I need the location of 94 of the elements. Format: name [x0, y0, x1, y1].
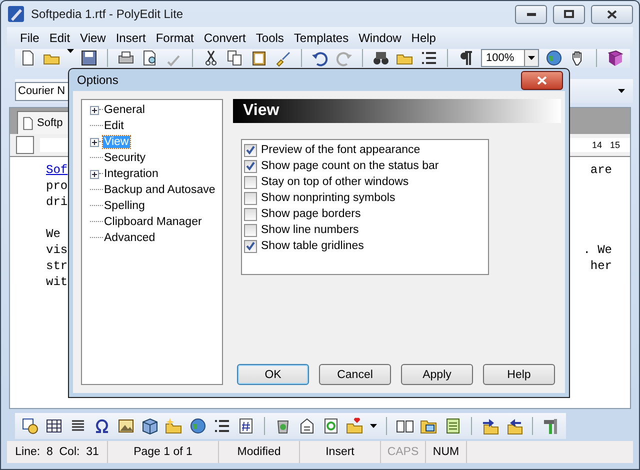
document-icon [22, 116, 34, 130]
image-icon[interactable] [117, 417, 135, 435]
option-label: Show nonprinting symbols [261, 192, 396, 204]
folder-heart-icon[interactable] [346, 417, 364, 435]
cube-icon[interactable] [141, 417, 159, 435]
option-label: Show page borders [261, 208, 361, 220]
hash-page-icon[interactable] [237, 417, 255, 435]
menu-item[interactable]: Tools [250, 30, 289, 44]
menu-item[interactable]: Insert [110, 30, 151, 44]
folder-star-icon[interactable] [165, 417, 183, 435]
checkbox[interactable] [244, 240, 257, 252]
brush-icon[interactable] [274, 49, 292, 67]
text-fragment: her [590, 259, 612, 275]
notepad-icon[interactable] [444, 417, 462, 435]
menu-item[interactable]: Format [150, 30, 199, 44]
tree-item[interactable]: Security [103, 152, 147, 164]
close-button[interactable] [521, 70, 563, 90]
text-fragment: pro [46, 179, 68, 195]
tree-item[interactable]: Clipboard Manager [103, 216, 203, 228]
status-field: CAPS [381, 441, 426, 463]
menu-item[interactable]: Help [406, 30, 441, 44]
globe-icon[interactable] [545, 49, 563, 67]
window-title: Softpedia 1.rtf - PolyEdit Lite [31, 7, 184, 21]
text-fragment: str [46, 259, 68, 275]
minimize-icon [526, 12, 536, 16]
tab-stop-selector[interactable] [16, 136, 34, 154]
close-icon [607, 10, 617, 18]
close-icon [537, 76, 547, 84]
copy-icon[interactable] [226, 49, 244, 67]
dialog-title: Options [77, 73, 118, 87]
text-fragment: wit [46, 275, 68, 291]
expand-icon[interactable] [90, 138, 99, 146]
status-field: Line: 8 Col: 31 [7, 441, 108, 463]
maximize-button[interactable] [553, 4, 585, 24]
status-field: Insert [300, 441, 381, 463]
binoculars-icon[interactable] [372, 49, 390, 67]
tree-item[interactable]: Edit [103, 120, 125, 132]
menu-item[interactable]: Convert [198, 30, 251, 44]
status-field: Modified [219, 441, 300, 463]
ruler-number: 14 [592, 140, 602, 150]
table-icon[interactable] [45, 417, 63, 435]
zoom-field[interactable]: 100% [481, 49, 539, 67]
omega-icon[interactable] [93, 417, 111, 435]
text-fragment: dri [46, 195, 68, 211]
folder-arrow-icon[interactable] [481, 417, 499, 435]
menu-item[interactable]: File [15, 30, 44, 44]
folder-arrow-icon[interactable] [505, 417, 523, 435]
caret-icon[interactable] [618, 89, 625, 93]
close-button[interactable] [591, 4, 633, 24]
menu-item[interactable]: Edit [44, 30, 76, 44]
undo-icon[interactable] [311, 49, 329, 67]
globe-icon[interactable] [189, 417, 207, 435]
text-fragment: . We [583, 243, 612, 259]
tree-item[interactable]: Backup and Autosave [103, 184, 216, 196]
option-label: Preview of the font appearance [261, 144, 420, 156]
menu-item[interactable]: Templates [288, 30, 354, 44]
dialog-button[interactable]: Apply [401, 364, 473, 385]
tree-item[interactable]: Integration [103, 168, 160, 180]
rows-icon[interactable] [213, 417, 231, 435]
status-field: Page 1 of 1 [108, 441, 219, 463]
checkbox[interactable] [244, 192, 257, 204]
minimize-button[interactable] [515, 4, 547, 24]
rows-icon[interactable] [420, 49, 438, 67]
link[interactable]: Sof [46, 163, 68, 179]
checkbox[interactable] [244, 208, 257, 220]
dialog-button[interactable]: Help [483, 364, 555, 385]
menu-item[interactable]: View [75, 30, 111, 44]
option-label: Show page count on the status bar [261, 160, 439, 172]
tree-item[interactable]: General [103, 104, 146, 116]
caret-icon[interactable] [370, 424, 377, 428]
tree-item[interactable]: Spelling [103, 200, 146, 212]
option-label: Show line numbers [261, 224, 359, 236]
section-header: View [233, 99, 561, 123]
maximize-icon [564, 10, 574, 18]
text-fragment: vis [46, 243, 68, 259]
text-fragment: We [46, 227, 60, 243]
checkbox[interactable] [244, 176, 257, 188]
checkbox[interactable] [244, 224, 257, 236]
status-field: NUM [426, 441, 467, 463]
checkbox[interactable] [244, 144, 257, 156]
menu-item[interactable]: Window [354, 30, 406, 44]
checkbox[interactable] [244, 160, 257, 172]
dialog-button[interactable]: OK [237, 364, 309, 385]
tree-item[interactable]: Advanced [103, 232, 156, 244]
expand-icon[interactable] [90, 170, 99, 178]
option-label: Show table gridlines [261, 240, 364, 252]
dialog-button[interactable]: Cancel [319, 364, 391, 385]
save-icon[interactable] [80, 49, 98, 67]
option-label: Stay on top of other windows [261, 176, 409, 188]
text-fragment: are [590, 163, 612, 179]
caret-icon[interactable] [528, 56, 535, 60]
app-pen-icon [7, 5, 25, 23]
ruler-number: 15 [610, 140, 620, 150]
expand-icon[interactable] [90, 106, 99, 114]
